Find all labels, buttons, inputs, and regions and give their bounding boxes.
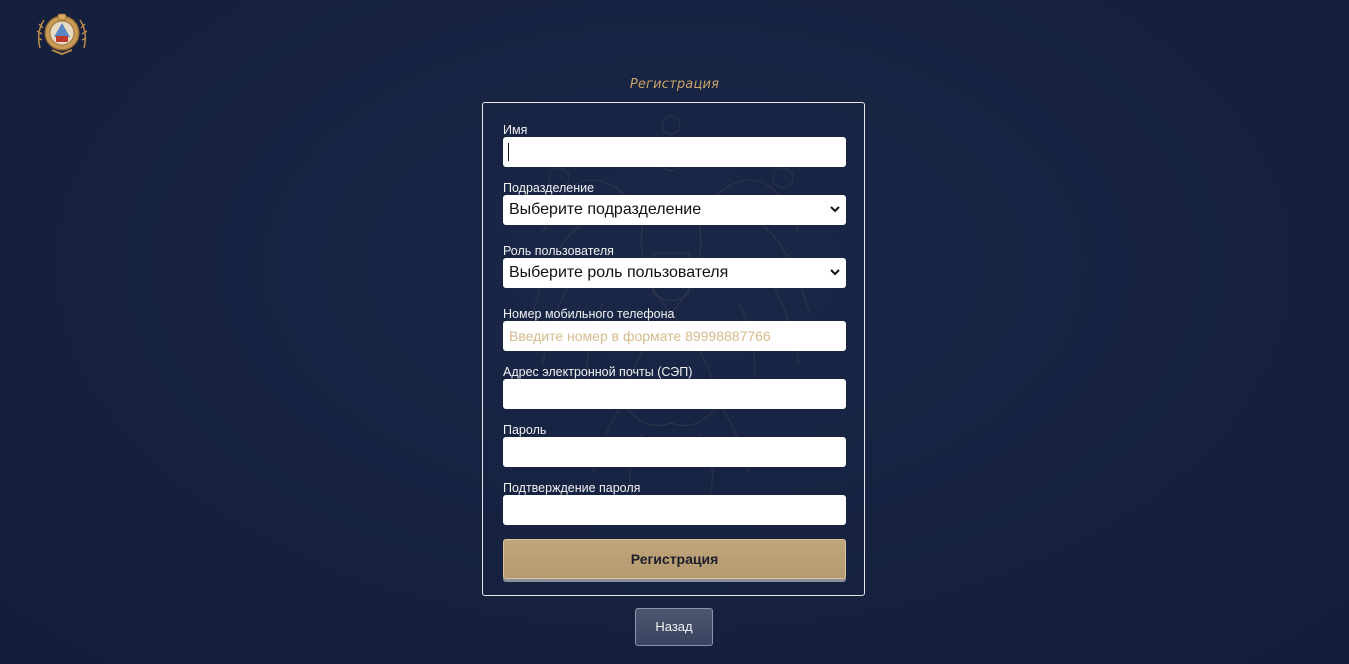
confirm-password-label: Подтверждение пароля: [503, 481, 641, 495]
password-label: Пароль: [503, 423, 547, 437]
back-button[interactable]: Назад: [635, 608, 713, 646]
department-select[interactable]: Выберите подразделение: [503, 195, 846, 225]
role-selected-value: Выберите роль пользователя: [509, 264, 729, 281]
phone-field-group: Номер мобильного телефона: [503, 307, 846, 351]
chevron-down-icon: [830, 206, 840, 213]
registration-form: Имя Подразделение Выберите подразделение…: [482, 102, 865, 596]
password-input[interactable]: [503, 437, 846, 467]
password-field-group: Пароль: [503, 423, 846, 467]
confirm-password-field-group: Подтверждение пароля: [503, 481, 846, 525]
department-selected-value: Выберите подразделение: [509, 201, 702, 218]
logo-emblem-icon[interactable]: [34, 6, 90, 58]
email-field-group: Адрес электронной почты (СЭП): [503, 365, 846, 409]
name-label: Имя: [503, 123, 528, 137]
phone-input[interactable]: [503, 321, 846, 351]
department-field-group: Подразделение Выберите подразделение: [503, 181, 846, 225]
chevron-down-icon: [830, 269, 840, 276]
name-input[interactable]: [503, 137, 846, 167]
phone-label: Номер мобильного телефона: [503, 307, 675, 321]
role-label: Роль пользователя: [503, 244, 614, 258]
role-select[interactable]: Выберите роль пользователя: [503, 258, 846, 288]
confirm-password-input[interactable]: [503, 495, 846, 525]
role-field-group: Роль пользователя Выберите роль пользова…: [503, 244, 846, 288]
registration-page: Регистрация Имя Подразделение Выберите п…: [0, 0, 1349, 664]
register-button[interactable]: Регистрация: [503, 539, 846, 579]
form-title: Регистрация: [629, 77, 720, 92]
name-field-group: Имя: [503, 123, 846, 167]
text-cursor: [508, 143, 509, 161]
email-label: Адрес электронной почты (СЭП): [503, 365, 693, 379]
email-input[interactable]: [503, 379, 846, 409]
department-label: Подразделение: [503, 181, 595, 195]
